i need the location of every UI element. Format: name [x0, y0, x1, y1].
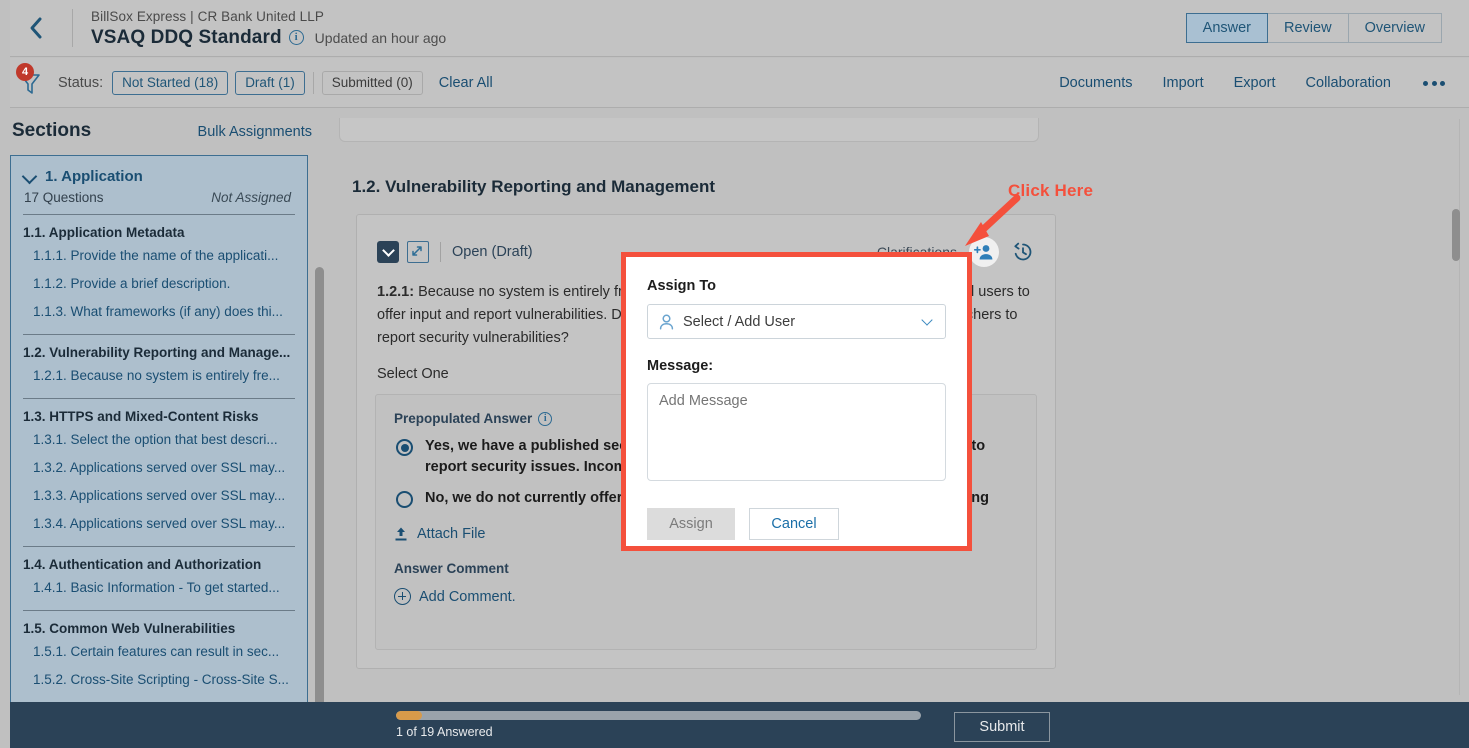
- filter-count-badge: 4: [16, 63, 34, 81]
- previous-question-card: [339, 118, 1039, 142]
- sidebar-item-1-3-4[interactable]: 1.3.4. Applications served over SSL may.…: [11, 509, 307, 537]
- sidebar-item-1-3-3[interactable]: 1.3.3. Applications served over SSL may.…: [11, 481, 307, 509]
- chip-not-started[interactable]: Not Started (18): [112, 71, 228, 95]
- group-title-1-1: 1.1. Application Metadata: [11, 215, 307, 241]
- chip-draft[interactable]: Draft (1): [235, 71, 305, 95]
- app-root: BillSox Express | CR Bank United LLP VSA…: [0, 0, 1469, 748]
- updated-timestamp: Updated an hour ago: [315, 30, 447, 46]
- chevron-down-icon: [923, 316, 934, 327]
- progress-area: 1 of 19 Answered: [396, 711, 921, 739]
- user-icon: [659, 314, 674, 330]
- view-tabs: Answer Review Overview: [1186, 13, 1442, 43]
- sidebar-item-1-5-1[interactable]: 1.5.1. Certain features can result in se…: [11, 637, 307, 665]
- annotation-arrow-icon: [955, 192, 1025, 247]
- question-status: Open (Draft): [452, 244, 533, 260]
- sidebar-title: Sections: [12, 120, 91, 142]
- info-icon[interactable]: i: [289, 30, 304, 45]
- info-icon[interactable]: i: [538, 412, 552, 426]
- user-select[interactable]: Select / Add User: [647, 304, 946, 339]
- add-comment-label: Add Comment.: [419, 589, 516, 605]
- sidebar-item-1-5-2[interactable]: 1.5.2. Cross-Site Scripting - Cross-Site…: [11, 665, 307, 693]
- message-input[interactable]: [647, 383, 946, 481]
- sidebar-scrollbar[interactable]: [315, 267, 324, 705]
- section-header[interactable]: 1. Application 17 Questions Not Assigned: [11, 156, 307, 205]
- radio-option-2[interactable]: [396, 491, 413, 508]
- status-label: Status:: [58, 75, 103, 91]
- tab-overview[interactable]: Overview: [1349, 13, 1442, 43]
- title-block: BillSox Express | CR Bank United LLP VSA…: [73, 8, 446, 49]
- chip-submitted[interactable]: Submitted (0): [322, 71, 423, 95]
- plus-circle-icon: [394, 588, 411, 605]
- sections-sidebar: Sections Bulk Assignments 1. Application…: [0, 109, 330, 705]
- link-collaboration[interactable]: Collaboration: [1306, 75, 1391, 91]
- cancel-button[interactable]: Cancel: [749, 508, 839, 540]
- link-export[interactable]: Export: [1234, 75, 1276, 91]
- prepopulated-answer-label: Prepopulated Answer: [394, 411, 532, 426]
- sidebar-item-1-3-1[interactable]: 1.3.1. Select the option that best descr…: [11, 425, 307, 453]
- assign-button[interactable]: Assign: [647, 508, 735, 540]
- progress-label: 1 of 19 Answered: [396, 725, 921, 739]
- radio-option-1[interactable]: [396, 439, 413, 456]
- section-name: 1. Application: [45, 168, 143, 185]
- user-select-value: Select / Add User: [683, 314, 795, 330]
- question-number: 1.2.1:: [377, 284, 414, 300]
- sidebar-header: Sections Bulk Assignments: [0, 109, 330, 152]
- group-title-1-5: 1.5. Common Web Vulnerabilities: [11, 611, 307, 637]
- section-heading: 1.2. Vulnerability Reporting and Managem…: [352, 177, 715, 197]
- left-edge-strip: [0, 0, 10, 748]
- progress-bar: [396, 711, 921, 720]
- submit-button[interactable]: Submit: [954, 712, 1050, 742]
- toolbar-divider: [440, 242, 441, 262]
- chevron-left-icon: [27, 15, 45, 41]
- message-label: Message:: [647, 358, 946, 374]
- group-title-1-3: 1.3. HTTPS and Mixed-Content Risks: [11, 399, 307, 425]
- add-comment-button[interactable]: Add Comment.: [376, 576, 1036, 605]
- section-card: 1. Application 17 Questions Not Assigned…: [10, 155, 308, 705]
- chevron-down-icon[interactable]: [377, 241, 399, 263]
- tab-answer[interactable]: Answer: [1186, 13, 1268, 43]
- breadcrumb: BillSox Express | CR Bank United LLP: [91, 8, 446, 25]
- page-header: BillSox Express | CR Bank United LLP VSA…: [0, 0, 1469, 57]
- group-title-1-2: 1.2. Vulnerability Reporting and Manage.…: [11, 335, 307, 361]
- filter-bar: 4 Status: Not Started (18) Draft (1) Sub…: [0, 58, 1469, 108]
- back-button[interactable]: [0, 0, 72, 57]
- expand-icon[interactable]: [407, 241, 429, 263]
- assign-to-label: Assign To: [647, 278, 946, 294]
- upload-icon: [394, 526, 408, 542]
- sidebar-item-1-3-2[interactable]: 1.3.2. Applications served over SSL may.…: [11, 453, 307, 481]
- attach-file-label: Attach File: [417, 526, 486, 542]
- clear-all-button[interactable]: Clear All: [439, 75, 493, 91]
- sidebar-item-1-4-1[interactable]: 1.4.1. Basic Information - To get starte…: [11, 573, 307, 601]
- sidebar-item-1-1-1[interactable]: 1.1.1. Provide the name of the applicati…: [11, 241, 307, 269]
- section-question-count: 17 Questions: [24, 190, 104, 205]
- more-options-icon[interactable]: [1421, 75, 1447, 92]
- section-assignment-status: Not Assigned: [211, 190, 291, 205]
- sidebar-item-1-1-3[interactable]: 1.1.3. What frameworks (if any) does thi…: [11, 297, 307, 325]
- tab-review[interactable]: Review: [1268, 13, 1349, 43]
- main-scrollbar[interactable]: [1452, 209, 1460, 261]
- page-title: VSAQ DDQ Standard: [91, 27, 282, 49]
- link-import[interactable]: Import: [1163, 75, 1204, 91]
- main-scroll-track: [1459, 119, 1460, 695]
- sidebar-item-1-1-2[interactable]: 1.1.2. Provide a brief description.: [11, 269, 307, 297]
- progress-fill: [396, 711, 422, 720]
- assign-modal: Assign To Select / Add User Message: Ass…: [621, 252, 972, 551]
- bulk-assignments-link[interactable]: Bulk Assignments: [198, 124, 312, 140]
- link-documents[interactable]: Documents: [1059, 75, 1132, 91]
- chevron-down-icon[interactable]: [23, 170, 36, 183]
- chip-divider: [313, 72, 314, 94]
- sidebar-item-1-2-1[interactable]: 1.2.1. Because no system is entirely fre…: [11, 361, 307, 389]
- group-title-1-4: 1.4. Authentication and Authorization: [11, 547, 307, 573]
- toolbar-links: Documents Import Export Collaboration: [1059, 58, 1447, 108]
